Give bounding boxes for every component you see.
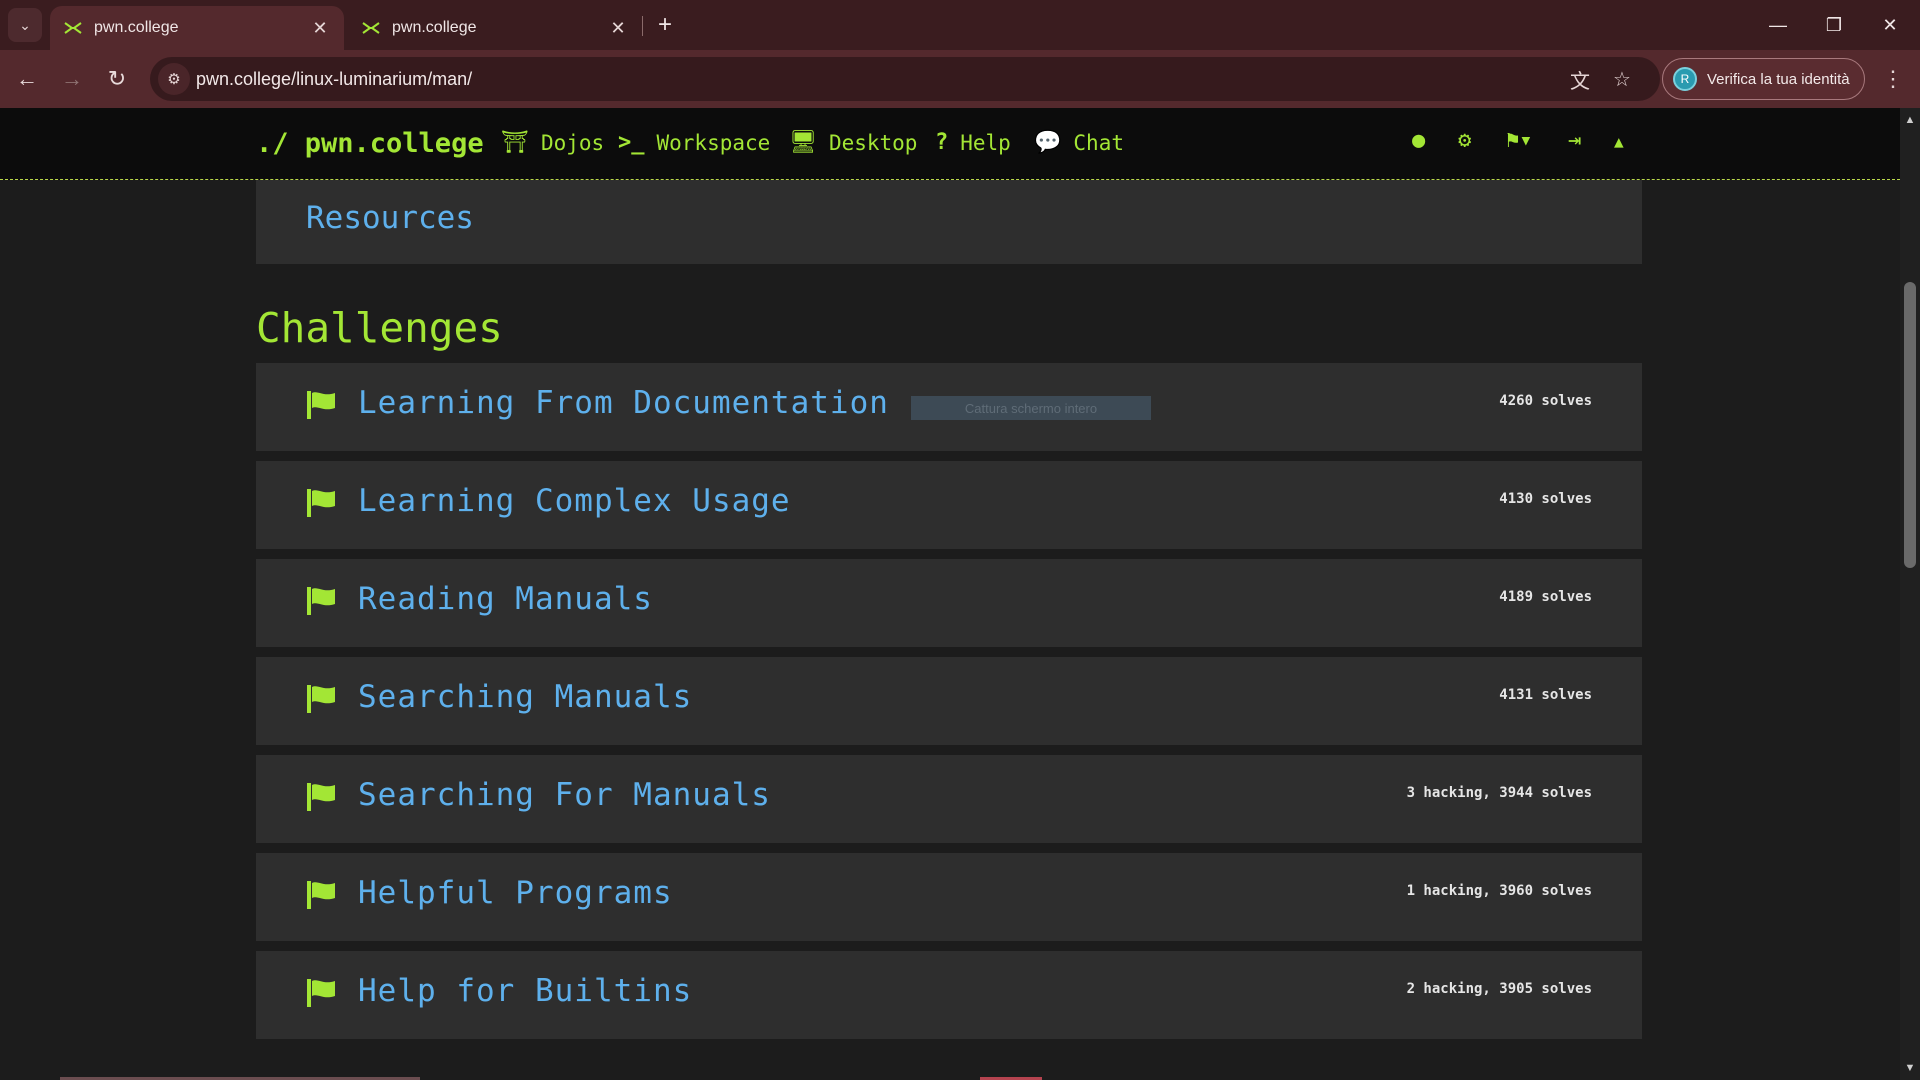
browser-tab-1[interactable]: pwn.college ✕ bbox=[50, 6, 344, 50]
nav-desktop[interactable]: 🖥 Desktop bbox=[789, 130, 917, 155]
challenge-row[interactable]: Help for Builtins 2 hacking, 3905 solves bbox=[256, 951, 1642, 1039]
nav-help-label: Help bbox=[960, 130, 1011, 155]
challenge-solves: 4130 solves bbox=[1499, 491, 1592, 507]
challenge-row[interactable]: Reading Manuals 4189 solves bbox=[256, 559, 1642, 647]
challenge-title[interactable]: Searching Manuals bbox=[358, 679, 692, 715]
scroll-down-icon[interactable]: ▼ bbox=[1900, 1058, 1920, 1078]
flag-icon bbox=[306, 391, 336, 424]
resources-section[interactable]: Resources bbox=[256, 180, 1642, 264]
nav-dojos[interactable]: ⛩ Dojos bbox=[501, 130, 604, 155]
tab-divider bbox=[642, 16, 643, 36]
more-vert-icon: ⋮ bbox=[1882, 66, 1904, 91]
scroll-up-icon[interactable]: ▲ bbox=[1900, 110, 1920, 130]
challenge-title[interactable]: Help for Builtins bbox=[358, 973, 692, 1009]
avatar: R bbox=[1673, 67, 1697, 91]
terminal-icon: >_ bbox=[618, 130, 645, 155]
tune-icon: ⚙ bbox=[167, 71, 181, 88]
page-scrollbar[interactable]: ▲ ▼ bbox=[1900, 108, 1920, 1080]
chevron-down-icon: ⌄ bbox=[19, 16, 31, 33]
arrow-left-icon: ← bbox=[16, 66, 38, 91]
pwn-college-favicon-icon bbox=[362, 19, 380, 37]
browser-toolbar: ← → ↻ ⚙ pwn.college/linux-luminarium/man… bbox=[0, 50, 1920, 108]
challenge-row[interactable]: Searching Manuals 4131 solves bbox=[256, 657, 1642, 745]
capture-tooltip: Cattura schermo intero bbox=[911, 396, 1151, 420]
nav-desktop-label: Desktop bbox=[828, 130, 918, 155]
translate-icon: 文 bbox=[1570, 70, 1590, 93]
tab-title: pwn.college bbox=[94, 19, 179, 36]
tab-search-button[interactable]: ⌄ bbox=[8, 8, 42, 42]
close-tab-icon[interactable]: ✕ bbox=[608, 18, 628, 39]
desktop-icon: 🖥 bbox=[789, 130, 817, 155]
nav-dojos-label: Dojos bbox=[540, 130, 605, 155]
arrow-right-icon: → bbox=[61, 66, 83, 91]
challenge-solves: 1 hacking, 3960 solves bbox=[1406, 883, 1592, 899]
restore-icon: ❐ bbox=[1825, 14, 1843, 35]
nav-workspace-label: Workspace bbox=[656, 130, 771, 155]
flag-icon bbox=[306, 979, 336, 1012]
flag-icon bbox=[306, 685, 336, 718]
challenge-solves: 3 hacking, 3944 solves bbox=[1406, 785, 1592, 801]
challenge-title[interactable]: Learning From Documentation bbox=[358, 385, 889, 421]
new-tab-button[interactable]: + bbox=[650, 10, 680, 40]
scroll-thumb[interactable] bbox=[1904, 282, 1916, 568]
reload-icon: ↻ bbox=[107, 66, 127, 91]
user-circle-icon[interactable]: ● bbox=[1412, 128, 1425, 153]
question-icon: ? bbox=[935, 130, 949, 155]
close-tab-icon[interactable]: ✕ bbox=[310, 18, 330, 39]
address-bar[interactable]: ⚙ pwn.college/linux-luminarium/man/ 文 ☆ bbox=[150, 57, 1660, 101]
challenges-heading: Challenges bbox=[256, 304, 503, 352]
challenge-title[interactable]: Learning Complex Usage bbox=[358, 483, 791, 519]
page-viewport: ./ pwn.college ⛩ Dojos >_ Workspace 🖥 De… bbox=[0, 108, 1900, 1080]
flag-icon bbox=[306, 783, 336, 816]
profile-label: Verifica la tua identità bbox=[1707, 70, 1850, 88]
plus-icon: + bbox=[657, 11, 672, 38]
challenge-solves: 4260 solves bbox=[1499, 393, 1592, 409]
translate-button[interactable]: 文 bbox=[1564, 63, 1596, 95]
nav-chat-label: Chat bbox=[1073, 130, 1124, 155]
url-text[interactable]: pwn.college/linux-luminarium/man/ bbox=[196, 69, 472, 90]
challenge-title[interactable]: Searching For Manuals bbox=[358, 777, 771, 813]
nav-workspace[interactable]: >_ Workspace bbox=[618, 130, 770, 155]
minimize-icon: — bbox=[1769, 14, 1787, 35]
flag-icon bbox=[306, 587, 336, 620]
restore-button[interactable]: ❐ bbox=[1806, 0, 1862, 50]
flag-icon bbox=[306, 489, 336, 522]
profile-button[interactable]: R Verifica la tua identità bbox=[1662, 58, 1865, 100]
browser-tab-bar: ⌄ pwn.college ✕ pwn.college ✕ + — ❐ ✕ bbox=[0, 0, 1920, 50]
back-button[interactable]: ← bbox=[10, 62, 44, 96]
browser-tab-2[interactable]: pwn.college ✕ bbox=[348, 6, 642, 50]
nav-help[interactable]: ? Help bbox=[935, 130, 1011, 155]
challenge-title[interactable]: Reading Manuals bbox=[358, 581, 653, 617]
site-brand-link[interactable]: ./ pwn.college bbox=[256, 128, 484, 159]
challenge-solves: 2 hacking, 3905 solves bbox=[1406, 981, 1592, 997]
challenge-solves: 4189 solves bbox=[1499, 589, 1592, 605]
challenge-row[interactable]: Searching For Manuals 3 hacking, 3944 so… bbox=[256, 755, 1642, 843]
minimize-button[interactable]: — bbox=[1750, 0, 1806, 50]
site-info-button[interactable]: ⚙ bbox=[158, 63, 190, 95]
settings-icon[interactable]: ⚙ bbox=[1458, 128, 1471, 153]
flag-icon bbox=[306, 881, 336, 914]
browser-menu-button[interactable]: ⋮ bbox=[1876, 62, 1910, 96]
tab-title: pwn.college bbox=[392, 19, 477, 36]
challenge-row[interactable]: Learning Complex Usage 4130 solves bbox=[256, 461, 1642, 549]
logout-icon[interactable]: ⇥ bbox=[1568, 128, 1581, 153]
challenge-title[interactable]: Helpful Programs bbox=[358, 875, 673, 911]
torii-gate-icon: ⛩ bbox=[501, 130, 529, 155]
reload-button[interactable]: ↻ bbox=[100, 62, 134, 96]
comments-icon: 💬 bbox=[1034, 130, 1062, 155]
caret-up-icon[interactable]: ▲ bbox=[1614, 132, 1624, 151]
flag-dropdown-icon[interactable]: ⚑▾ bbox=[1506, 128, 1533, 153]
close-window-button[interactable]: ✕ bbox=[1862, 0, 1918, 50]
challenge-solves: 4131 solves bbox=[1499, 687, 1592, 703]
challenge-row[interactable]: Helpful Programs 1 hacking, 3960 solves bbox=[256, 853, 1642, 941]
forward-button[interactable]: → bbox=[55, 62, 89, 96]
bookmark-button[interactable]: ☆ bbox=[1606, 63, 1638, 95]
pwn-college-favicon-icon bbox=[64, 19, 82, 37]
close-icon: ✕ bbox=[1882, 14, 1898, 35]
resources-label[interactable]: Resources bbox=[306, 200, 474, 236]
site-navbar: ./ pwn.college ⛩ Dojos >_ Workspace 🖥 De… bbox=[0, 108, 1900, 180]
nav-chat[interactable]: 💬 Chat bbox=[1034, 130, 1124, 155]
star-icon: ☆ bbox=[1613, 68, 1631, 91]
